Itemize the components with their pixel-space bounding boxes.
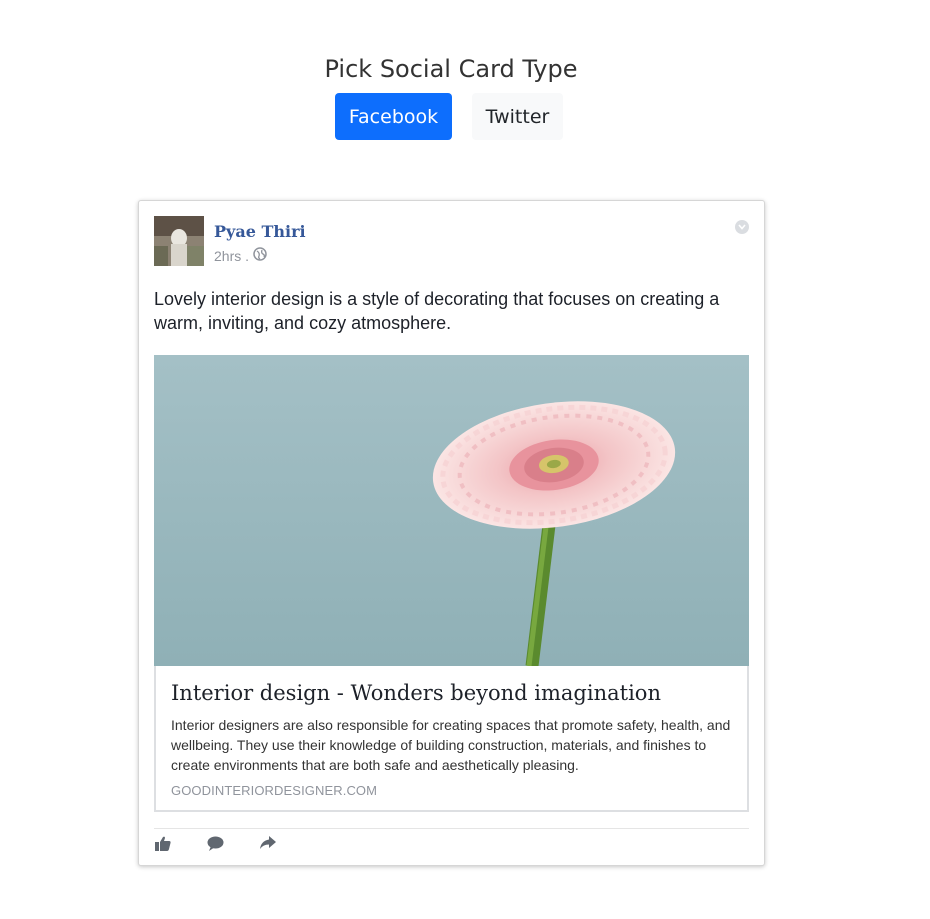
chevron-down-icon[interactable] xyxy=(735,220,749,234)
facebook-button[interactable]: Facebook xyxy=(335,93,452,140)
action-bar xyxy=(154,835,276,851)
picker-title: Pick Social Card Type xyxy=(324,55,578,83)
twitter-button[interactable]: Twitter xyxy=(472,93,563,140)
facebook-post-card: Pyae Thiri 2hrs . Lovely interior design… xyxy=(138,200,765,866)
share-icon[interactable] xyxy=(258,835,276,851)
avatar[interactable] xyxy=(154,216,204,266)
like-icon[interactable] xyxy=(154,835,172,851)
post-time: 2hrs . xyxy=(214,247,250,264)
post-meta: 2hrs . xyxy=(214,247,267,264)
divider xyxy=(154,828,749,829)
preview-domain: GOODINTERIORDESIGNER.COM xyxy=(171,783,378,798)
post-text: Lovely interior design is a style of dec… xyxy=(154,289,720,333)
preview-title[interactable]: Interior design - Wonders beyond imagina… xyxy=(171,681,661,705)
pink-gerbera-flower-image xyxy=(154,355,749,666)
preview-description: Interior designers are also responsible … xyxy=(171,717,731,773)
globe-icon xyxy=(253,247,267,264)
author-name[interactable]: Pyae Thiri xyxy=(214,222,306,241)
link-preview[interactable]: Interior design - Wonders beyond imagina… xyxy=(154,355,749,812)
comment-icon[interactable] xyxy=(206,835,224,851)
